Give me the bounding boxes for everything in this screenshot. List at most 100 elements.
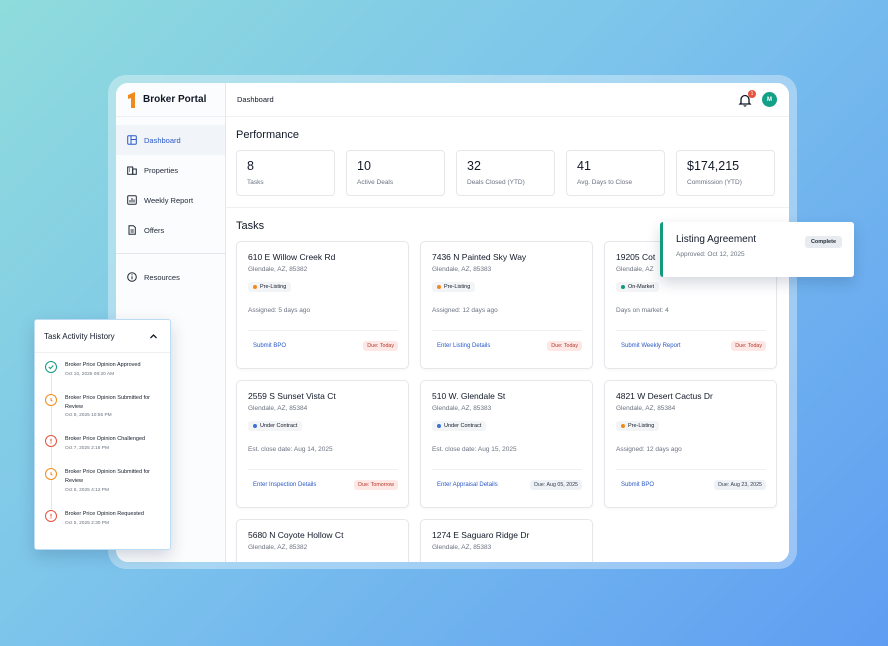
task-action-link[interactable]: Submit Weekly Report: [621, 343, 681, 349]
due-badge: Due: Aug 05, 2025: [530, 480, 582, 490]
stat-label: Active Deals: [357, 179, 394, 186]
status-dot-icon: [253, 424, 257, 428]
status-label: Pre-Listing: [628, 423, 655, 429]
document-icon: [127, 225, 137, 235]
dashboard-icon: [127, 135, 137, 145]
section-divider: [226, 207, 789, 208]
history-text: Broker Price Opinion Submitted for Revie…: [65, 468, 163, 493]
task-card[interactable]: 2559 S Sunset Vista Ct Glendale, AZ, 853…: [236, 380, 409, 508]
due-badge: Due: Tomorrow: [354, 480, 398, 490]
task-meta: Assigned: 5 days ago: [248, 307, 311, 314]
sidebar-item-offers[interactable]: Offers: [116, 215, 225, 245]
status-badge: Pre-Listing: [432, 282, 476, 292]
task-address: Glendale, AZ, 85383: [432, 266, 492, 273]
sidebar-item-resources[interactable]: Resources: [116, 262, 225, 292]
history-event: Broker Price Opinion Submitted for Revie…: [65, 469, 150, 484]
task-card[interactable]: 1274 E Saguaro Ridge Dr Glendale, AZ, 85…: [420, 519, 593, 562]
top-bar: Dashboard 1 M: [226, 83, 789, 117]
brand-logo-icon: [128, 91, 135, 108]
chevron-up-icon[interactable]: [149, 332, 158, 341]
status-label: Under Contract: [260, 423, 298, 429]
task-title: 5680 N Coyote Hollow Ct: [248, 530, 344, 540]
history-event: Broker Price Opinion Approved: [65, 362, 141, 368]
stat-value: 32: [467, 159, 481, 173]
task-meta: Assigned: 12 days ago: [432, 307, 498, 314]
status-label: Pre-Listing: [260, 284, 287, 290]
history-time: Oct 7, 2025 2:18 PM: [65, 446, 109, 452]
task-card[interactable]: 510 W. Glendale St Glendale, AZ, 85383 U…: [420, 380, 593, 508]
task-meta: Days on market: 4: [616, 307, 669, 314]
sidebar-item-label: Properties: [144, 165, 179, 175]
task-card[interactable]: 4821 W Desert Cactus Dr Glendale, AZ, 85…: [604, 380, 777, 508]
chart-icon: [127, 195, 137, 205]
task-address: Glendale, AZ, 85382: [248, 544, 308, 551]
brand-name: Broker Portal: [143, 94, 207, 105]
listing-agreement-card[interactable]: Listing Agreement Approved: Oct 12, 2025…: [660, 222, 854, 277]
clock-icon: [45, 468, 57, 481]
task-card[interactable]: 610 E Willow Creek Rd Glendale, AZ, 8538…: [236, 241, 409, 369]
task-action-link[interactable]: Enter Listing Details: [437, 343, 490, 349]
history-time: Oct 10, 2025 08:20 AM: [65, 371, 115, 377]
clock-icon: [45, 393, 57, 406]
task-footer: Enter Appraisal Details Due: Aug 05, 202…: [432, 469, 582, 490]
task-meta: Est. close date: Aug 15, 2025: [432, 446, 517, 453]
stat-value: $174,215: [687, 159, 740, 173]
top-bar-actions: 1 M: [738, 89, 777, 107]
task-card[interactable]: 7436 N Painted Sky Way Glendale, AZ, 853…: [420, 241, 593, 369]
task-action-link[interactable]: Submit BPO: [253, 343, 286, 349]
stat-value: 10: [357, 159, 371, 173]
task-title: 610 E Willow Creek Rd: [248, 252, 336, 262]
notifications-button[interactable]: 1: [738, 89, 756, 107]
history-event: Broker Price Opinion Requested: [65, 510, 144, 517]
task-action-link[interactable]: Submit BPO: [621, 482, 654, 488]
task-action-link[interactable]: Enter Inspection Details: [253, 482, 316, 488]
stat-card: $174,215 Commission (YTD): [676, 150, 775, 196]
sidebar-item-weekly-report[interactable]: Weekly Report: [116, 185, 225, 215]
history-time: Oct 5, 2025 2:30 PM: [65, 520, 109, 526]
status-badge: Under Contract: [248, 421, 303, 431]
sidebar-nav: Dashboard Properties Weekly Report Offer…: [116, 117, 225, 292]
task-grid: 610 E Willow Creek Rd Glendale, AZ, 8538…: [236, 241, 781, 562]
history-time: Oct 6, 2025 4:12 PM: [65, 487, 109, 493]
due-badge: Due: Today: [731, 341, 766, 351]
status-label: Under Contract: [444, 423, 482, 429]
stat-card: 10 Active Deals: [346, 150, 445, 196]
history-event: Broker Price Opinion Submitted for Revie…: [65, 394, 150, 410]
status-badge: Pre-Listing: [248, 282, 292, 292]
performance-title: Performance: [236, 129, 299, 141]
avatar[interactable]: M: [762, 92, 777, 107]
task-title: 510 W. Glendale St: [432, 391, 506, 401]
sidebar-item-label: Weekly Report: [144, 195, 194, 205]
stat-value: 41: [577, 159, 591, 173]
history-item: Broker Price Opinion Approved Oct 10, 20…: [45, 361, 170, 377]
sidebar-divider: [116, 253, 225, 254]
history-text: Broker Price Opinion Approved Oct 10, 20…: [65, 361, 163, 377]
status-dot-icon: [253, 285, 257, 289]
history-event: Broker Price Opinion Challenged: [65, 436, 146, 443]
status-label: On-Market: [628, 284, 654, 290]
due-badge: Due: Today: [363, 341, 398, 351]
due-badge: Due: Today: [547, 341, 582, 351]
task-footer: Submit BPO Due: Aug 23, 2025: [616, 469, 766, 490]
task-footer: Submit Weekly Report Due: Today: [616, 330, 766, 351]
history-header[interactable]: Task Activity History: [35, 320, 170, 353]
history-item: Broker Price Opinion Requested Oct 5, 20…: [45, 509, 170, 526]
stat-label: Avg. Days to Close: [577, 179, 633, 186]
task-activity-history-panel: Task Activity History Broker Price Opini…: [34, 319, 171, 550]
stat-card: 32 Deals Closed (YTD): [456, 150, 555, 196]
task-action-link[interactable]: Enter Appraisal Details: [437, 482, 498, 488]
task-meta: Assigned: 12 days ago: [616, 446, 682, 453]
task-card[interactable]: 5680 N Coyote Hollow Ct Glendale, AZ, 85…: [236, 519, 409, 562]
status-badge: Pre-Listing: [616, 421, 660, 431]
status-badge: On-Market: [616, 282, 659, 292]
building-icon: [127, 165, 137, 175]
sidebar-item-properties[interactable]: Properties: [116, 155, 225, 185]
history-item: Broker Price Opinion Challenged Oct 7, 2…: [45, 435, 170, 451]
history-text: Broker Price Opinion Requested Oct 5, 20…: [65, 510, 163, 526]
brand[interactable]: Broker Portal: [116, 83, 225, 117]
history-list: Broker Price Opinion Approved Oct 10, 20…: [35, 361, 170, 526]
sidebar-item-dashboard[interactable]: Dashboard: [116, 125, 225, 155]
sidebar-item-label: Resources: [144, 272, 180, 282]
stat-label: Tasks: [247, 179, 264, 186]
task-footer: Enter Inspection Details Due: Tomorrow: [248, 469, 398, 490]
